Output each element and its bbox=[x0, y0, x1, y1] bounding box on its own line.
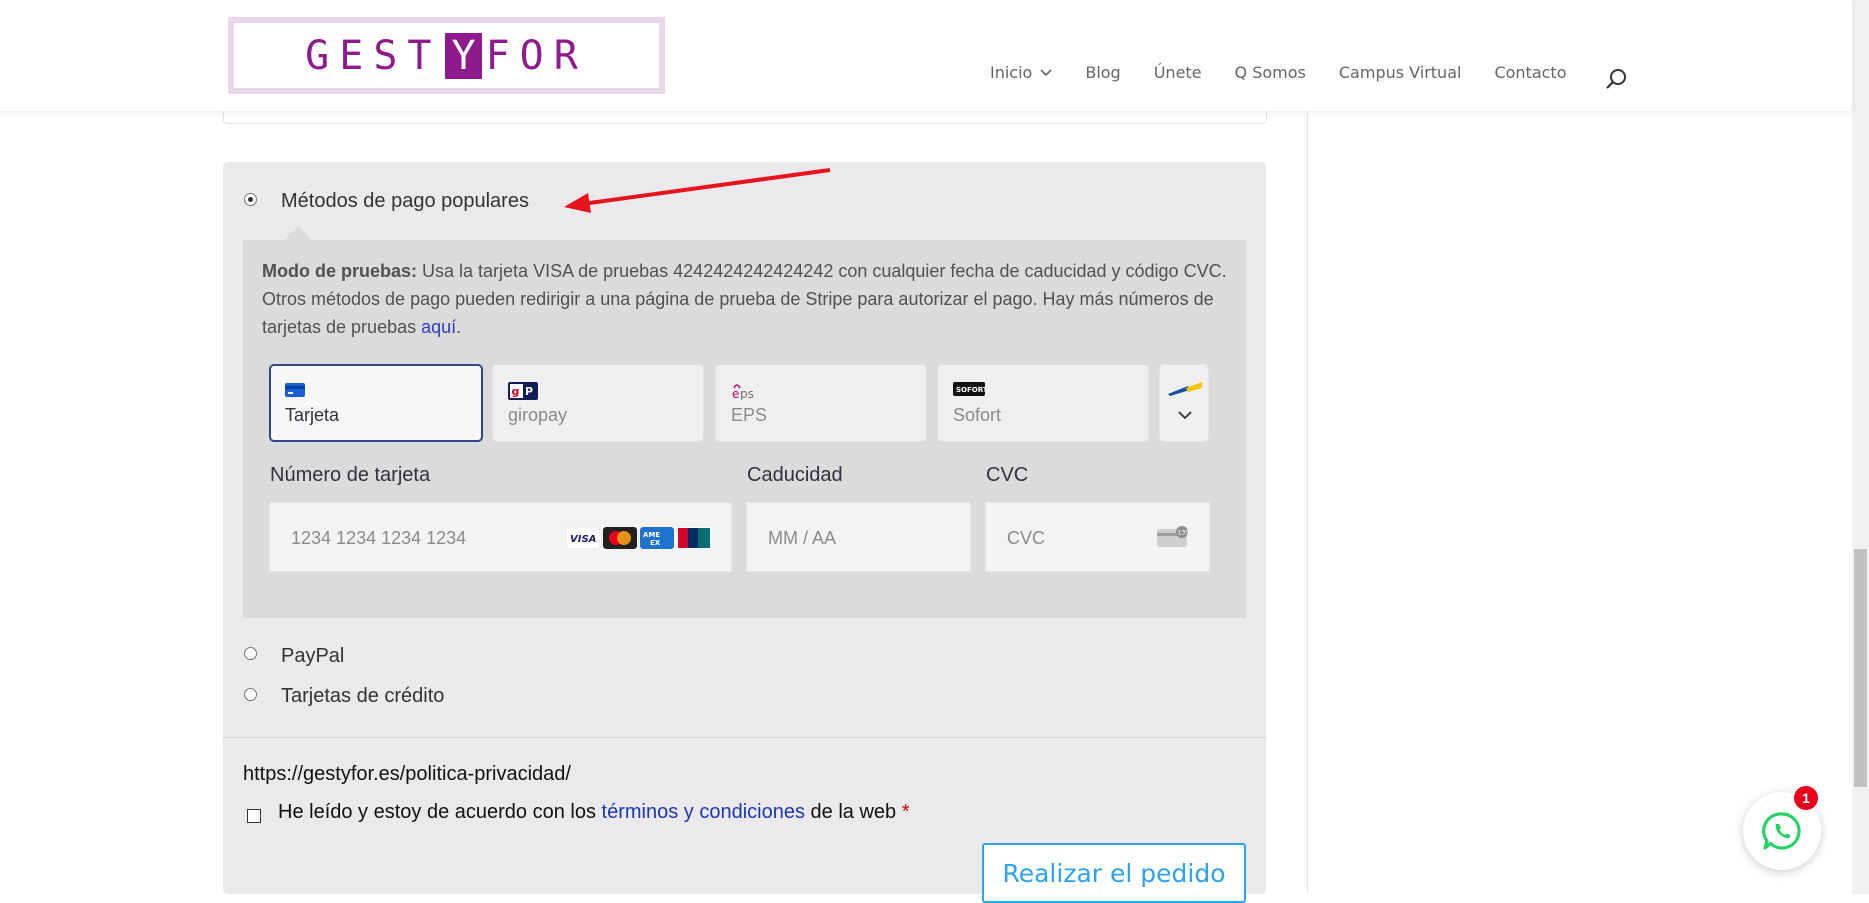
site-header: GEST Y FOR Inicio Blog Únete Q Somos Campu… bbox=[0, 0, 1852, 111]
svg-text:g: g bbox=[512, 385, 520, 398]
svg-text:e: e bbox=[732, 387, 739, 400]
nav-item-contacto[interactable]: Contacto bbox=[1494, 63, 1566, 82]
test-mode-notice: Modo de pruebas: Usa la tarjeta VISA de … bbox=[262, 257, 1232, 341]
logo-mark: Y bbox=[445, 32, 482, 79]
whatsapp-notification-badge: 1 bbox=[1794, 786, 1818, 810]
card-number-input[interactable] bbox=[289, 503, 570, 573]
cvc-card-icon: 135 bbox=[1157, 526, 1190, 547]
nav-item-label: Campus Virtual bbox=[1338, 63, 1462, 82]
nav-item-q-somos[interactable]: Q Somos bbox=[1235, 63, 1306, 82]
card-number-label: Número de tarjeta bbox=[270, 464, 431, 486]
terms-link[interactable]: términos y condiciones bbox=[602, 801, 805, 823]
chevron-down-icon bbox=[1040, 68, 1052, 76]
nav-item-label: Blog bbox=[1085, 63, 1121, 82]
tab-label: Tarjeta bbox=[285, 405, 340, 425]
required-marker: * bbox=[901, 801, 910, 823]
sofort-icon: SOFORT bbox=[953, 382, 985, 396]
tab-giropay[interactable]: g P giropay bbox=[492, 364, 704, 442]
section-separator bbox=[223, 737, 1266, 738]
main-nav: Inicio Blog Únete Q Somos Campus Virtual… bbox=[990, 63, 1599, 82]
mastercard-icon bbox=[603, 527, 637, 549]
popular-methods-label[interactable]: Métodos de pago populares bbox=[281, 190, 529, 213]
svg-text:P: P bbox=[525, 385, 533, 398]
cvc-input[interactable] bbox=[1005, 503, 1143, 573]
tab-label: Sofort bbox=[953, 405, 1002, 425]
nav-item-label: Únete bbox=[1153, 63, 1202, 82]
nav-item-label: Contacto bbox=[1494, 63, 1567, 82]
tab-label: giropay bbox=[508, 405, 568, 425]
cvc-icon-text: 135 bbox=[1178, 530, 1190, 537]
logo-wordmark: GEST Y FOR bbox=[234, 23, 659, 88]
card-number-field[interactable]: VISA AME EX bbox=[269, 502, 732, 573]
svg-text:VISA: VISA bbox=[570, 534, 596, 545]
cvc-label: CVC bbox=[986, 464, 1029, 486]
card-icon bbox=[285, 383, 305, 397]
nav-item-blog[interactable]: Blog bbox=[1085, 63, 1120, 82]
visa-icon: VISA bbox=[566, 527, 600, 549]
cvc-field[interactable]: 135 bbox=[985, 502, 1210, 573]
svg-text:SOFORT: SOFORT bbox=[956, 386, 985, 394]
page-scrollbar[interactable] bbox=[1852, 0, 1869, 894]
svg-text:EX: EX bbox=[650, 539, 661, 547]
expiry-field[interactable] bbox=[746, 502, 971, 573]
terms-label: He leído y estoy de acuerdo con los térm… bbox=[278, 801, 910, 824]
credit-cards-label[interactable]: Tarjetas de crédito bbox=[281, 685, 444, 708]
tab-eps[interactable]: e ps EPS bbox=[715, 364, 927, 442]
svg-text:ps: ps bbox=[740, 387, 754, 400]
tab-sofort[interactable]: SOFORT Sofort bbox=[937, 364, 1149, 442]
terms-text-before: He leído y estoy de acuerdo con los bbox=[278, 801, 602, 823]
test-cards-link[interactable]: aquí bbox=[421, 317, 456, 337]
terms-checkbox[interactable] bbox=[247, 809, 261, 823]
privacy-url-text: https://gestyfor.es/politica-privacidad/ bbox=[243, 763, 571, 785]
radio-credit-cards[interactable] bbox=[244, 688, 257, 701]
more-payment-methods-button[interactable] bbox=[1159, 364, 1209, 442]
giropay-icon: g P bbox=[508, 382, 538, 400]
nav-item-label: Q Somos bbox=[1234, 63, 1306, 82]
expiry-input[interactable] bbox=[766, 503, 904, 573]
logo-text-right: FOR bbox=[485, 32, 588, 79]
nav-item-unete[interactable]: Únete bbox=[1154, 63, 1202, 82]
eps-icon: e ps bbox=[732, 384, 754, 400]
site-logo[interactable]: GEST Y FOR bbox=[228, 17, 665, 94]
notice-bold: Modo de pruebas: bbox=[262, 261, 418, 281]
nav-item-campus-virtual[interactable]: Campus Virtual bbox=[1339, 63, 1462, 82]
radio-popular-methods[interactable] bbox=[244, 193, 257, 206]
sidebar-divider bbox=[1307, 111, 1308, 894]
scrollbar-thumb[interactable] bbox=[1854, 549, 1867, 787]
panel-pointer bbox=[284, 226, 312, 240]
tab-tarjeta[interactable]: Tarjeta bbox=[269, 364, 483, 442]
radio-paypal[interactable] bbox=[244, 647, 257, 660]
nav-item-label: Inicio bbox=[990, 63, 1033, 82]
paypal-label[interactable]: PayPal bbox=[281, 645, 344, 668]
svg-text:AME: AME bbox=[643, 531, 660, 539]
logo-text-left: GEST bbox=[305, 32, 442, 79]
notice-end: . bbox=[456, 317, 462, 337]
place-order-button[interactable]: Realizar el pedido bbox=[982, 843, 1246, 903]
terms-text-after: de la web bbox=[804, 801, 902, 823]
expiry-label: Caducidad bbox=[747, 464, 843, 486]
more-methods-logo-icon bbox=[1168, 382, 1202, 396]
annotation-arrow-icon bbox=[564, 168, 831, 213]
search-icon[interactable] bbox=[1605, 68, 1627, 90]
whatsapp-icon bbox=[1762, 812, 1801, 850]
tab-label: EPS bbox=[731, 405, 768, 425]
amex-icon: AME EX bbox=[640, 527, 674, 549]
chevron-down-icon bbox=[1178, 411, 1192, 420]
nav-item-inicio[interactable]: Inicio bbox=[990, 63, 1052, 82]
unionpay-icon bbox=[677, 527, 711, 549]
